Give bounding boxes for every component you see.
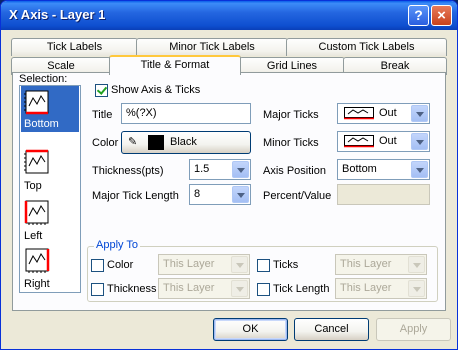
chevron-down-icon[interactable]: [231, 280, 248, 297]
apply-color-label: Color: [107, 259, 134, 271]
chevron-down-icon[interactable]: [408, 280, 425, 297]
selection-item-top[interactable]: Top: [21, 142, 79, 192]
axis-position-value: Bottom: [342, 163, 377, 175]
apply-tick-length-label: Tick Length: [273, 283, 330, 295]
major-ticks-label: Major Ticks: [263, 109, 319, 121]
apply-thickness-scope-combo[interactable]: This Layer: [158, 278, 250, 299]
apply-thickness-scope-value: This Layer: [163, 282, 215, 294]
help-button[interactable]: ?: [408, 5, 429, 26]
major-tick-length-value: 8: [194, 188, 201, 200]
selection-item-right[interactable]: Right: [21, 238, 79, 290]
selection-item-left[interactable]: Left: [21, 190, 79, 242]
chevron-down-icon[interactable]: [232, 161, 249, 178]
axis-bottom-icon: [24, 90, 49, 115]
show-axis-label: Show Axis & Ticks: [111, 84, 201, 96]
axis-top-icon: [24, 149, 49, 174]
thickness-label: Thickness(pts): [92, 165, 164, 177]
chevron-down-icon[interactable]: [411, 105, 428, 122]
title-input[interactable]: %(?X): [121, 103, 251, 124]
thickness-value: 1.5: [194, 163, 210, 175]
apply-to-group: Apply To Color This Layer Thickness This…: [87, 239, 438, 302]
apply-ticks-scope-value: This Layer: [340, 258, 392, 270]
apply-color-scope-combo[interactable]: This Layer: [158, 254, 250, 275]
tab-title-format[interactable]: Title & Format: [109, 55, 241, 75]
tick-out-icon: [344, 107, 374, 120]
major-ticks-value: Out: [379, 107, 397, 119]
ok-button[interactable]: OK: [213, 318, 288, 341]
title-label: Title: [92, 109, 113, 121]
selection-item-bottom[interactable]: Bottom: [21, 86, 79, 132]
apply-tick-length-checkbox[interactable]: [257, 283, 270, 296]
tab-minor-tick-labels[interactable]: Minor Tick Labels: [136, 38, 288, 56]
thickness-combo[interactable]: 1.5: [189, 159, 251, 180]
apply-tick-length-scope-combo[interactable]: This Layer: [335, 278, 427, 299]
axis-position-label: Axis Position: [263, 165, 326, 177]
apply-button[interactable]: Apply: [376, 318, 451, 341]
axis-right-icon: [25, 248, 50, 273]
chevron-down-icon[interactable]: [408, 256, 425, 273]
tab-custom-tick-labels[interactable]: Custom Tick Labels: [286, 38, 447, 56]
apply-tick-length-scope-value: This Layer: [340, 282, 392, 294]
major-tick-length-label: Major Tick Length: [92, 190, 179, 202]
minor-ticks-value: Out: [379, 135, 397, 147]
major-tick-length-combo[interactable]: 8: [189, 184, 251, 205]
apply-ticks-label: Ticks: [273, 259, 299, 271]
cancel-button[interactable]: Cancel: [294, 318, 369, 341]
dialog-window: X Axis - Layer 1 ? × Tick Labels Minor T…: [0, 0, 458, 350]
window-title: X Axis - Layer 1: [9, 7, 106, 22]
selection-item-label: Right: [24, 278, 50, 290]
axis-left-icon: [24, 200, 49, 225]
title-bar[interactable]: X Axis - Layer 1 ? ×: [1, 1, 457, 30]
color-value: Black: [170, 136, 197, 148]
chevron-down-icon[interactable]: [231, 256, 248, 273]
selection-list[interactable]: Bottom Top Left Right: [19, 85, 81, 293]
tab-tick-labels[interactable]: Tick Labels: [11, 38, 138, 56]
apply-to-title: Apply To: [94, 239, 140, 251]
selection-item-label: Bottom: [24, 118, 59, 130]
apply-color-checkbox[interactable]: [91, 259, 104, 272]
close-button[interactable]: ×: [431, 5, 452, 26]
apply-ticks-scope-combo[interactable]: This Layer: [335, 254, 427, 275]
minor-ticks-label: Minor Ticks: [263, 137, 319, 149]
pencil-icon: ✎: [128, 136, 138, 148]
chevron-down-icon[interactable]: [411, 133, 428, 150]
dialog-client: Tick Labels Minor Tick Labels Custom Tic…: [4, 30, 454, 348]
color-picker-button[interactable]: ✎ Black: [121, 131, 251, 154]
minor-ticks-combo[interactable]: Out: [337, 131, 430, 152]
major-ticks-combo[interactable]: Out: [337, 103, 430, 124]
chevron-down-icon[interactable]: [232, 186, 249, 203]
chevron-down-icon[interactable]: [411, 161, 428, 178]
apply-thickness-label: Thickness: [107, 283, 157, 295]
color-label: Color: [92, 137, 119, 149]
axis-position-combo[interactable]: Bottom: [337, 159, 430, 180]
tab-panel-title-format: Selection: Bottom Top Left Right Show Ax…: [12, 72, 446, 311]
apply-ticks-checkbox[interactable]: [257, 259, 270, 272]
selection-label: Selection:: [19, 73, 68, 85]
color-swatch: [148, 135, 164, 150]
apply-color-scope-value: This Layer: [163, 258, 215, 270]
percent-value-label: Percent/Value: [263, 190, 332, 202]
percent-value-input[interactable]: [337, 184, 430, 205]
show-axis-checkbox[interactable]: [95, 84, 108, 97]
apply-thickness-checkbox[interactable]: [91, 283, 104, 296]
tick-out-icon: [344, 135, 374, 148]
